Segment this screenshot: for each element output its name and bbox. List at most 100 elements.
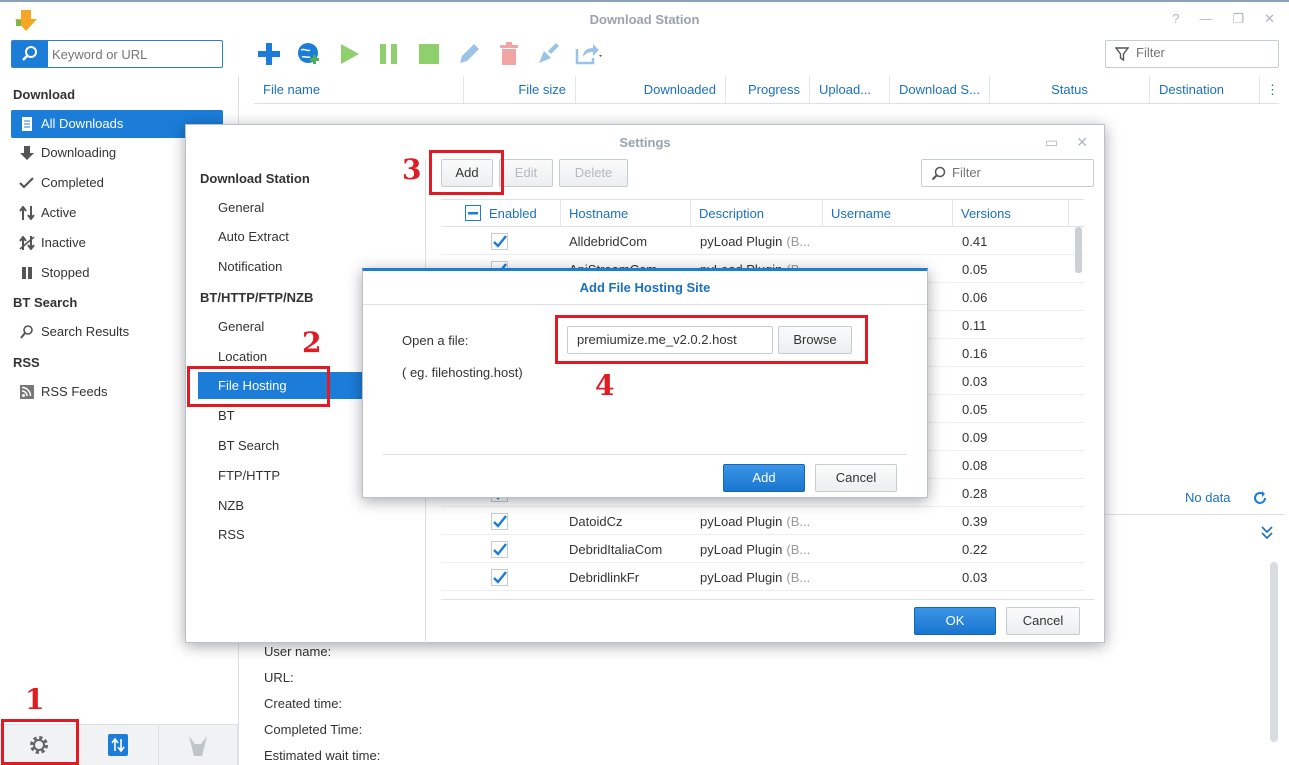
nav-section-rss: RSS xyxy=(13,355,40,370)
pause-icon xyxy=(22,267,32,279)
settings-item-rss[interactable]: RSS xyxy=(198,521,426,548)
version-cell: 0.08 xyxy=(962,458,988,473)
details-panel: User name: URL: Created time: Completed … xyxy=(264,644,380,765)
annotation-box-add xyxy=(429,150,504,195)
details-scrollbar[interactable] xyxy=(1270,562,1278,742)
description-cell: pyLoad Plugin(B... xyxy=(700,234,810,249)
hosting-grid-scrollbar[interactable] xyxy=(1075,227,1082,273)
sidebar-item-label: Completed xyxy=(41,175,104,190)
emule-button[interactable] xyxy=(159,725,238,765)
add-url-icon xyxy=(298,43,319,64)
window-controls: ? — ❐ ✕ xyxy=(1172,11,1275,27)
delete-host-button[interactable]: Delete xyxy=(559,159,628,187)
edit-icon xyxy=(460,44,479,63)
maximize-icon[interactable]: ❐ xyxy=(1232,11,1244,27)
dialog-cancel-button[interactable]: Cancel xyxy=(815,464,897,492)
maximize-icon[interactable]: ▭ xyxy=(1045,134,1058,151)
version-cell: 0.16 xyxy=(962,346,988,361)
edit-host-button[interactable]: Edit xyxy=(499,159,553,187)
col-versions[interactable]: Versions xyxy=(953,200,1069,227)
share-button[interactable] xyxy=(574,40,604,68)
sidebar-item-label: Stopped xyxy=(41,265,90,280)
enabled-checkbox-icon[interactable] xyxy=(491,569,508,586)
sidebar-item-label: Active xyxy=(41,205,77,220)
settings-footer-divider xyxy=(441,599,1094,600)
sidebar-item-label: All Downloads xyxy=(41,116,124,131)
table-row[interactable]: DebridItaliaCom pyLoad Plugin (B... 0.22 xyxy=(441,535,1084,563)
col-destination[interactable]: Destination xyxy=(1150,76,1260,103)
col-username[interactable]: Username xyxy=(823,200,953,227)
cancel-button[interactable]: Cancel xyxy=(1006,607,1080,635)
col-upload[interactable]: Upload... xyxy=(810,76,890,103)
col-download-speed[interactable]: Download S... xyxy=(890,76,990,103)
description-tail: (B... xyxy=(786,570,811,585)
enabled-checkbox-icon[interactable] xyxy=(491,233,508,250)
dialog-add-button[interactable]: Add xyxy=(723,464,805,492)
description-cell: pyLoad Plugin(B... xyxy=(700,542,810,557)
detail-wait-time: Estimated wait time: xyxy=(264,748,381,763)
window-titlebar: Download Station ? — ❐ ✕ xyxy=(0,0,1289,36)
refresh-icon[interactable] xyxy=(1253,491,1267,505)
close-icon[interactable]: ✕ xyxy=(1076,134,1088,151)
select-all-checkbox-icon[interactable] xyxy=(465,205,481,221)
table-row[interactable]: DatoidCz pyLoad Plugin (B... 0.39 xyxy=(441,507,1084,535)
resume-icon xyxy=(341,44,359,64)
download-list-header: File name File size Downloaded Progress … xyxy=(254,76,1279,104)
settings-item-auto-extract[interactable]: Auto Extract xyxy=(198,223,426,250)
col-progress[interactable]: Progress xyxy=(726,76,810,103)
version-cell: 0.11 xyxy=(962,318,987,333)
chevron-down-icon[interactable] xyxy=(1260,524,1274,540)
search-button[interactable] xyxy=(12,41,48,67)
stop-button[interactable] xyxy=(414,40,444,68)
ok-button[interactable]: OK xyxy=(914,607,996,635)
col-file-name[interactable]: File name xyxy=(254,76,464,103)
check-icon xyxy=(19,177,34,189)
annotation-box-file-hosting xyxy=(187,366,330,407)
add-url-button[interactable] xyxy=(294,40,324,68)
table-row[interactable]: AlldebridCom pyLoad Plugin (B... 0.41 xyxy=(441,227,1084,255)
main-filter[interactable] xyxy=(1105,40,1279,68)
col-file-size[interactable]: File size xyxy=(464,76,576,103)
edit-button[interactable] xyxy=(454,40,484,68)
add-button[interactable] xyxy=(254,40,284,68)
col-downloaded[interactable]: Downloaded xyxy=(576,76,726,103)
table-row[interactable]: DebridlinkFr pyLoad Plugin (B... 0.03 xyxy=(441,563,1084,591)
search-input[interactable] xyxy=(52,44,218,64)
search-icon xyxy=(22,46,37,61)
main-filter-input[interactable] xyxy=(1136,45,1266,60)
no-data-label: No data xyxy=(1185,490,1231,505)
settings-filter-input[interactable] xyxy=(952,165,1082,180)
clear-icon xyxy=(539,43,559,63)
col-enabled[interactable]: Enabled xyxy=(441,200,561,227)
enabled-checkbox-icon[interactable] xyxy=(491,541,508,558)
transfer-button[interactable] xyxy=(79,725,159,765)
settings-item-general[interactable]: General xyxy=(198,194,426,221)
col-status[interactable]: Status xyxy=(990,76,1150,103)
pause-button[interactable] xyxy=(374,40,404,68)
search-box[interactable] xyxy=(11,40,223,68)
col-description[interactable]: Description xyxy=(691,200,823,227)
version-cell: 0.39 xyxy=(962,514,988,529)
settings-section-bt-http: BT/HTTP/FTP/NZB xyxy=(200,290,314,305)
settings-filter[interactable] xyxy=(921,159,1094,187)
add-host-dialog-title: Add File Hosting Site xyxy=(579,280,711,295)
close-icon[interactable]: ✕ xyxy=(1264,11,1275,27)
description-text: pyLoad Plugin xyxy=(700,234,783,249)
resume-button[interactable] xyxy=(334,40,364,68)
annotation-box-file xyxy=(555,315,868,364)
clear-button[interactable] xyxy=(534,40,564,68)
col-hostname[interactable]: Hostname xyxy=(561,200,691,227)
search-icon xyxy=(931,166,946,181)
enabled-checkbox-icon[interactable] xyxy=(491,513,508,530)
delete-icon xyxy=(500,42,518,65)
column-menu-icon[interactable]: ⋮ xyxy=(1260,76,1279,103)
annotation-step-4: 4 xyxy=(595,369,615,402)
delete-button[interactable] xyxy=(494,40,524,68)
hostname-cell: DatoidCz xyxy=(569,514,623,529)
help-icon[interactable]: ? xyxy=(1172,11,1179,27)
document-icon xyxy=(22,117,32,131)
hostname-cell: AlldebridCom xyxy=(569,234,648,249)
search-icon xyxy=(20,325,33,339)
minimize-icon[interactable]: — xyxy=(1199,11,1212,27)
nav-section-download: Download xyxy=(13,87,76,102)
